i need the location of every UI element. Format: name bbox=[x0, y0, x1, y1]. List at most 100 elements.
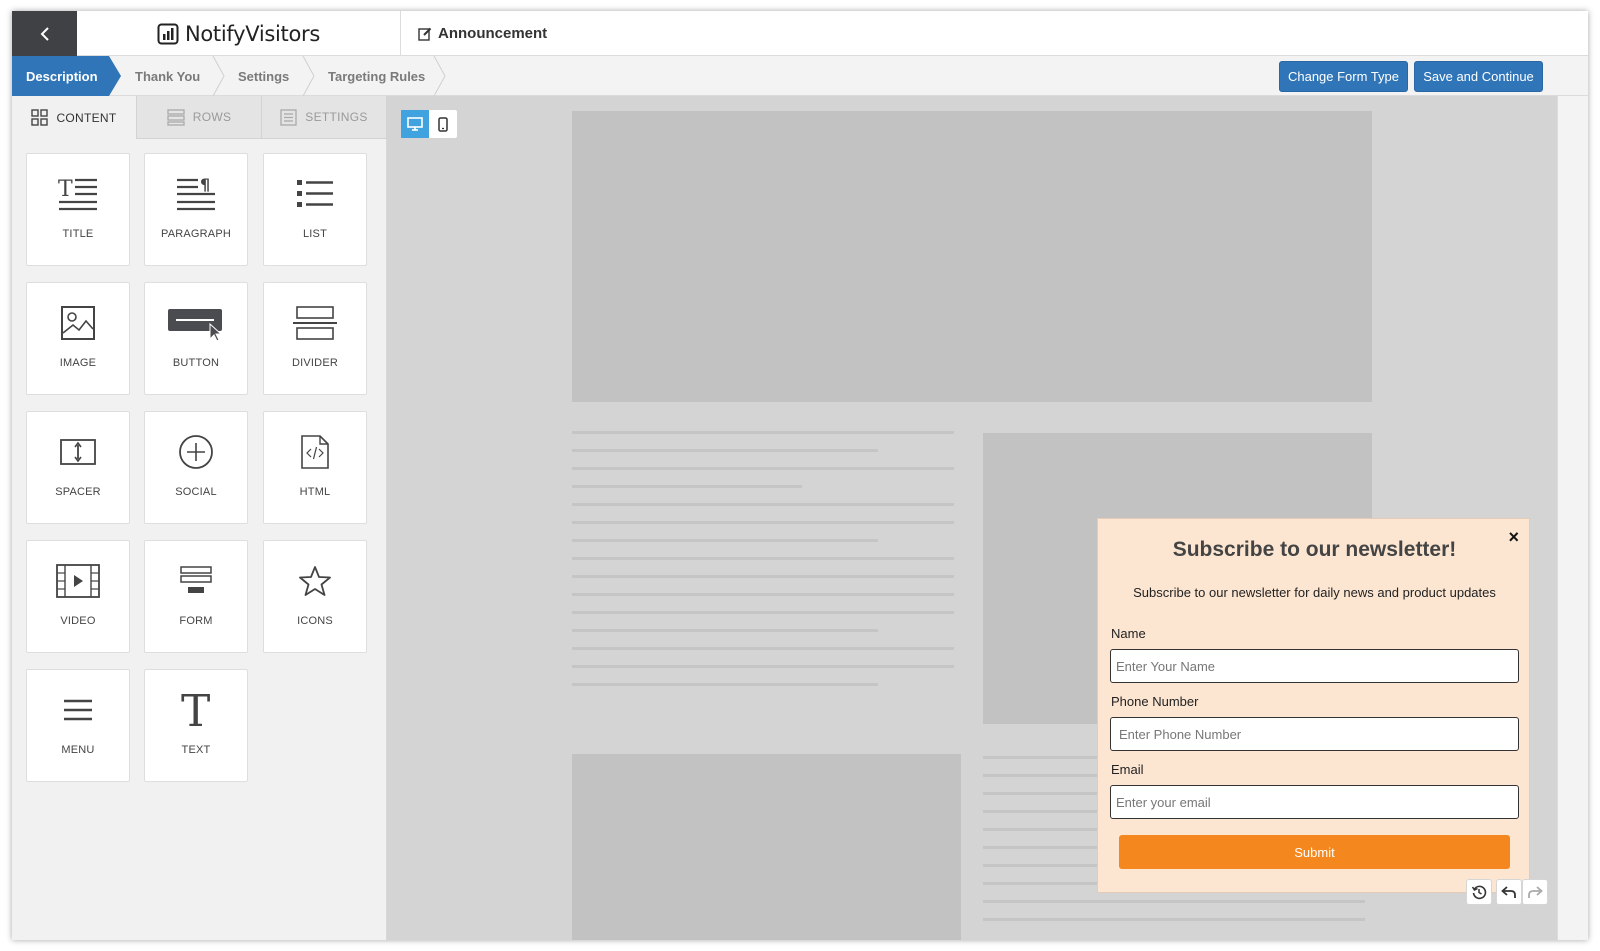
back-button[interactable] bbox=[12, 11, 77, 56]
block-label: DIVIDER bbox=[291, 357, 339, 369]
block-button[interactable]: BUTTON bbox=[144, 282, 248, 395]
placeholder-text-line bbox=[572, 665, 954, 668]
block-divider[interactable]: DIVIDER bbox=[263, 282, 367, 395]
placeholder-text-line bbox=[983, 918, 1365, 921]
right-gutter bbox=[1557, 96, 1588, 940]
step-separator bbox=[433, 56, 446, 96]
tab-rows[interactable]: ROWS bbox=[137, 96, 262, 139]
spacer-icon bbox=[60, 439, 96, 465]
redo-button[interactable] bbox=[1522, 879, 1548, 905]
form-icon bbox=[180, 566, 212, 593]
step-label: Targeting Rules bbox=[328, 68, 426, 84]
mobile-view-button[interactable] bbox=[429, 110, 457, 138]
block-label: LIST bbox=[302, 228, 328, 240]
popup-title: Subscribe to our newsletter! bbox=[1172, 538, 1457, 561]
logo-text: NotifyVisitors bbox=[184, 21, 321, 46]
page-title-text: Announcement bbox=[438, 25, 548, 42]
placeholder-text-line bbox=[572, 449, 878, 452]
block-label: BUTTON bbox=[172, 357, 220, 369]
paragraph-icon: ¶ bbox=[177, 176, 215, 211]
placeholder-text-line bbox=[572, 629, 878, 632]
top-header: NotifyVisitors Announcement bbox=[12, 11, 1588, 56]
block-label: ICONS bbox=[297, 615, 333, 627]
phone-field[interactable] bbox=[1110, 717, 1519, 751]
block-label: FORM bbox=[179, 615, 213, 627]
device-toggle bbox=[401, 110, 457, 138]
app-window: NotifyVisitors Announcement Description … bbox=[12, 11, 1588, 940]
block-label: IMAGE bbox=[59, 357, 97, 369]
placeholder-text-line bbox=[572, 683, 878, 686]
step-arrow bbox=[109, 56, 121, 96]
image-icon bbox=[61, 306, 95, 340]
name-label: Name bbox=[1111, 626, 1146, 641]
placeholder-text-line bbox=[572, 593, 954, 596]
logo: NotifyVisitors bbox=[77, 11, 401, 56]
placeholder-text-line bbox=[572, 485, 802, 488]
block-label: HTML bbox=[299, 486, 331, 498]
popup-subtitle: Subscribe to our newsletter for daily ne… bbox=[1133, 585, 1496, 600]
placeholder-text-line bbox=[572, 647, 954, 650]
step-label: Thank You bbox=[135, 68, 201, 84]
block-list[interactable]: LIST bbox=[263, 153, 367, 266]
block-video[interactable]: VIDEO bbox=[26, 540, 130, 653]
placeholder-text-line bbox=[572, 575, 954, 578]
desktop-view-button[interactable] bbox=[401, 110, 429, 138]
list-icon bbox=[297, 180, 333, 207]
grid-icon bbox=[31, 109, 49, 126]
block-text[interactable]: T TEXT bbox=[144, 669, 248, 782]
block-title[interactable]: T TITLE bbox=[26, 153, 130, 266]
block-label: PARAGRAPH bbox=[160, 228, 232, 240]
newsletter-popup: × Subscribe to our newsletter! Subscribe… bbox=[1097, 518, 1530, 893]
tab-label: CONTENT bbox=[56, 110, 117, 125]
chevron-left-icon bbox=[40, 26, 49, 41]
social-icon bbox=[179, 435, 213, 469]
tab-label: SETTINGS bbox=[305, 110, 368, 124]
block-icons[interactable]: ICONS bbox=[263, 540, 367, 653]
panel-tabs: CONTENT ROWS SETTINGS bbox=[12, 96, 387, 139]
block-form[interactable]: FORM bbox=[144, 540, 248, 653]
placeholder-text-line bbox=[572, 467, 954, 470]
video-icon bbox=[56, 564, 100, 598]
step-targeting-rules[interactable]: Targeting Rules bbox=[328, 56, 425, 96]
history-button[interactable] bbox=[1466, 879, 1492, 905]
step-bar: Description Thank You Settings Targeting… bbox=[12, 56, 1588, 96]
email-label: Email bbox=[1111, 762, 1144, 777]
html-icon bbox=[301, 435, 329, 469]
placeholder-text-line bbox=[983, 900, 1365, 903]
step-description[interactable]: Description bbox=[12, 56, 109, 96]
block-label: SOCIAL bbox=[175, 486, 217, 498]
block-label: VIDEO bbox=[60, 615, 96, 627]
step-label: Description bbox=[26, 68, 98, 84]
history-icon bbox=[1471, 885, 1487, 900]
menu-icon bbox=[64, 699, 92, 721]
svg-text:¶: ¶ bbox=[200, 176, 210, 194]
block-social[interactable]: SOCIAL bbox=[144, 411, 248, 524]
block-label: TITLE bbox=[62, 228, 94, 240]
block-spacer[interactable]: SPACER bbox=[26, 411, 130, 524]
name-field[interactable] bbox=[1110, 649, 1519, 683]
placeholder-text-line bbox=[572, 503, 954, 506]
redo-icon bbox=[1528, 886, 1543, 898]
button-icon bbox=[168, 309, 223, 342]
step-separator bbox=[302, 56, 315, 96]
block-menu[interactable]: MENU bbox=[26, 669, 130, 782]
placeholder-hero-image bbox=[572, 111, 1372, 402]
undo-button[interactable] bbox=[1496, 879, 1522, 905]
placeholder-text-line bbox=[572, 431, 954, 434]
title-icon: T bbox=[58, 177, 97, 211]
rows-icon bbox=[167, 108, 185, 126]
undo-icon bbox=[1501, 886, 1516, 898]
step-thank-you[interactable]: Thank You bbox=[135, 56, 200, 96]
step-separator bbox=[212, 56, 225, 96]
submit-button[interactable]: Submit bbox=[1119, 835, 1510, 869]
block-paragraph[interactable]: ¶ PARAGRAPH bbox=[144, 153, 248, 266]
tab-content[interactable]: CONTENT bbox=[12, 96, 137, 139]
step-settings[interactable]: Settings bbox=[238, 56, 289, 96]
block-label: TEXT bbox=[181, 744, 211, 756]
tab-settings[interactable]: SETTINGS bbox=[262, 96, 387, 139]
change-form-type-button[interactable]: Change Form Type bbox=[1279, 61, 1408, 92]
block-image[interactable]: IMAGE bbox=[26, 282, 130, 395]
save-and-continue-button[interactable]: Save and Continue bbox=[1414, 61, 1543, 92]
block-html[interactable]: HTML bbox=[263, 411, 367, 524]
email-field[interactable] bbox=[1110, 785, 1519, 819]
